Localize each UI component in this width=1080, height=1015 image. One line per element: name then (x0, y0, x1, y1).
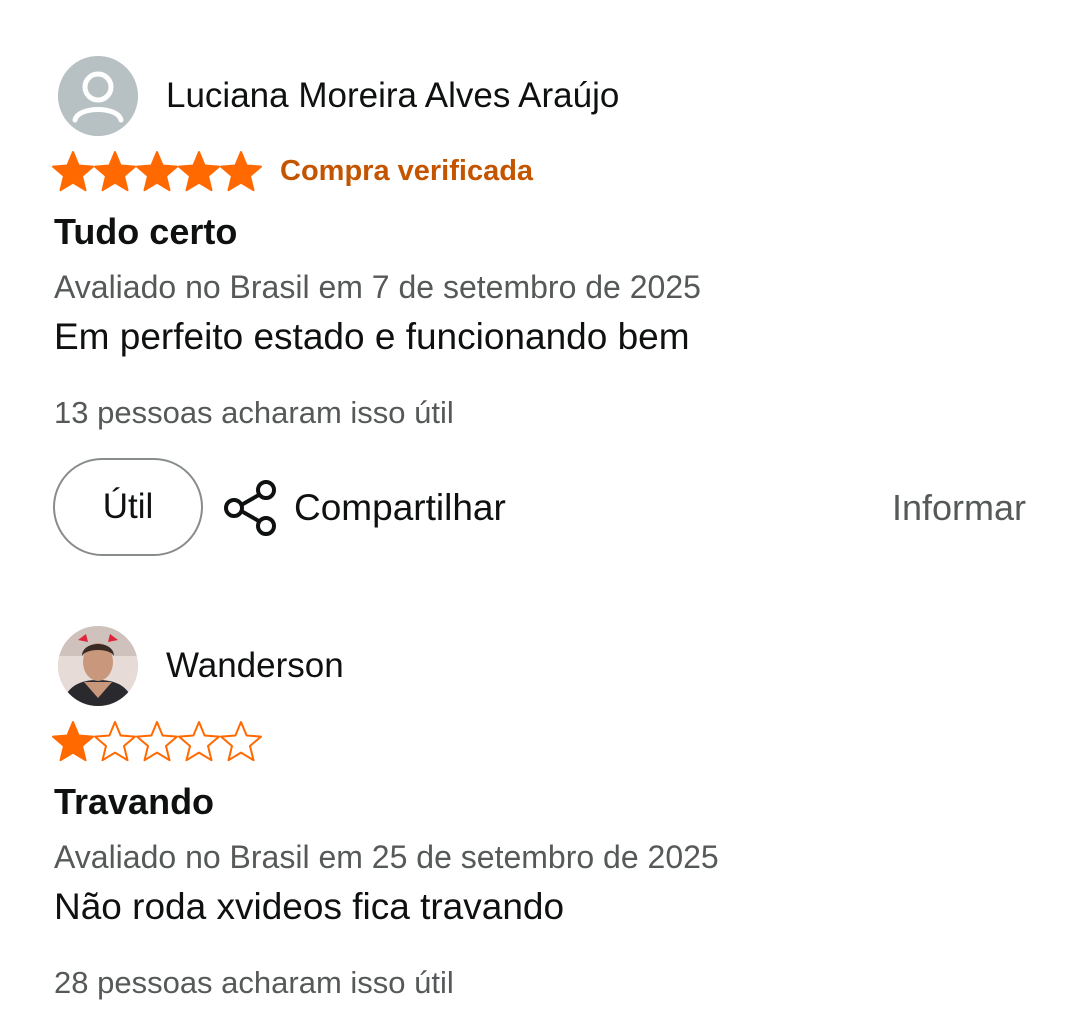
review-actions: Útil Compartilhar Informar (0, 458, 1080, 558)
star-empty-icon (220, 720, 262, 764)
review-title: Tudo certo (54, 211, 238, 252)
reviewer-name[interactable]: Luciana Moreira Alves Araújo (166, 76, 619, 116)
share-button[interactable]: Compartilhar (222, 478, 506, 538)
star-filled-icon (52, 720, 94, 764)
star-filled-icon (136, 150, 178, 194)
default-person-icon (58, 56, 138, 136)
reviewer-name[interactable]: Wanderson (166, 646, 344, 686)
helpful-count: 13 pessoas acharam isso útil (54, 395, 454, 430)
review-body: Não roda xvideos fica travando (54, 886, 565, 927)
star-filled-icon (52, 150, 94, 194)
verified-purchase-badge: Compra verificada (280, 155, 534, 187)
star-filled-icon (94, 150, 136, 194)
review-date: Avaliado no Brasil em 25 de setembro de … (54, 839, 719, 875)
review-date: Avaliado no Brasil em 7 de setembro de 2… (54, 269, 701, 305)
review-body: Em perfeito estado e funcionando bem (54, 316, 690, 357)
profile-photo (58, 626, 138, 706)
star-filled-icon (178, 150, 220, 194)
reviewer-avatar[interactable] (58, 626, 138, 706)
star-empty-icon (178, 720, 220, 764)
helpful-button[interactable]: Útil (53, 458, 203, 556)
share-icon (224, 480, 276, 536)
star-filled-icon (220, 150, 262, 194)
star-empty-icon (94, 720, 136, 764)
star-empty-icon (136, 720, 178, 764)
star-rating (52, 150, 262, 194)
report-link[interactable]: Informar (892, 486, 1026, 530)
helpful-count: 28 pessoas acharam isso útil (54, 965, 454, 1000)
review-title: Travando (54, 781, 215, 822)
star-rating (52, 720, 262, 764)
reviewer-avatar[interactable] (58, 56, 138, 136)
share-label: Compartilhar (294, 487, 506, 528)
